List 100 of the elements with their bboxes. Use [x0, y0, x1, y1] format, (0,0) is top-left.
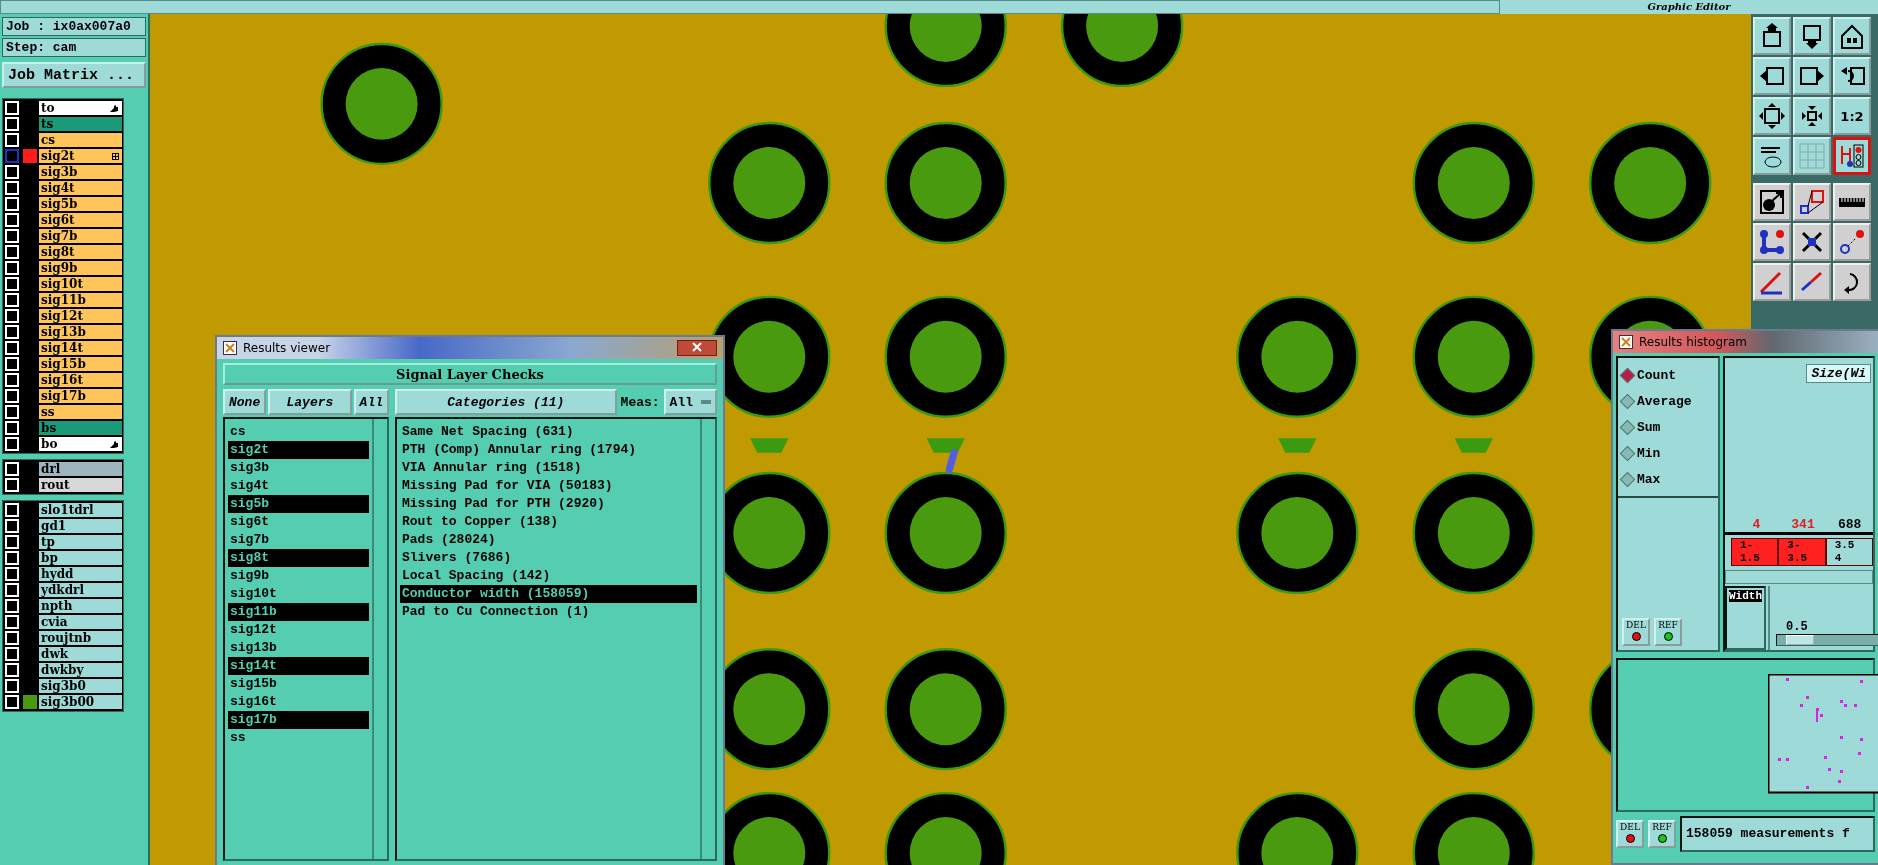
step-slider[interactable] — [1776, 634, 1878, 646]
layer-name[interactable]: tp — [39, 535, 122, 549]
scrollbar[interactable] — [1725, 570, 1873, 584]
category-item[interactable]: Missing Pad for VIA (50183) — [400, 477, 697, 495]
layers-button[interactable]: Layers — [268, 389, 352, 415]
layer-checkbox[interactable] — [5, 149, 19, 163]
layer-name[interactable]: sig10t — [39, 277, 122, 291]
layer-name[interactable]: sig3b00 — [39, 695, 122, 709]
mode-radio[interactable]: Count — [1618, 362, 1718, 388]
house-icon — [1838, 22, 1866, 50]
layer-name[interactable]: npth — [39, 599, 122, 613]
slider-thumb[interactable] — [1786, 635, 1815, 645]
none-button[interactable]: None — [223, 389, 267, 415]
layer-name[interactable]: drl — [39, 462, 122, 476]
toolbar-button[interactable] — [1833, 137, 1871, 175]
layer-name[interactable]: sig8t — [39, 245, 122, 259]
category-item[interactable]: Pad to Cu Connection (1) — [400, 603, 697, 621]
layer-name[interactable]: ss — [39, 405, 122, 419]
toolbar-button[interactable]: 1:2 — [1833, 97, 1871, 135]
layer-name[interactable]: sig9b — [39, 261, 122, 275]
layer-name[interactable]: sig3b0 — [39, 679, 122, 693]
layer-name[interactable]: gd1 — [39, 519, 122, 533]
delete-button[interactable]: DEL — [1616, 820, 1644, 848]
reference-button[interactable]: REF — [1648, 820, 1676, 848]
layer-item[interactable]: cs — [228, 423, 369, 441]
pad-marker — [750, 438, 789, 453]
layer-name[interactable]: slo1tdrl — [39, 503, 122, 517]
job-label: Job : ix0ax007a0 — [2, 17, 146, 36]
category-item[interactable]: Local Spacing (142) — [400, 567, 697, 585]
category-item[interactable]: Slivers (7686) — [400, 549, 697, 567]
mode-radio[interactable]: Sum — [1618, 414, 1718, 440]
layer-name[interactable]: sig5b — [39, 197, 122, 211]
layer-item[interactable]: sig13b — [228, 639, 369, 657]
category-item[interactable]: Pads (28024) — [400, 531, 697, 549]
reference-button[interactable]: REF — [1654, 618, 1682, 646]
category-item[interactable]: Same Net Spacing (631) — [400, 423, 697, 441]
layer-name[interactable]: bp — [39, 551, 122, 565]
layer-name[interactable]: sig4t — [39, 181, 122, 195]
window-title: Results viewer — [243, 341, 331, 355]
histogram-bin[interactable]: 3.5 4 — [1825, 538, 1873, 566]
category-item[interactable]: Conductor width (158059) — [400, 585, 697, 603]
close-button[interactable] — [677, 340, 717, 356]
layer-item[interactable]: sig12t — [228, 621, 369, 639]
layer-name[interactable]: hydd — [39, 567, 122, 581]
layer-item[interactable]: sig6t — [228, 513, 369, 531]
delete-button[interactable]: DEL — [1622, 618, 1650, 646]
layer-name[interactable]: sig15b — [39, 357, 122, 371]
layer-item[interactable]: sig14t — [228, 657, 369, 675]
job-matrix-button[interactable]: Job Matrix ... — [2, 62, 146, 88]
layer-item[interactable]: sig11b — [228, 603, 369, 621]
categories-button[interactable]: Categories (11) — [395, 389, 617, 415]
layer-item[interactable]: sig4t — [228, 477, 369, 495]
layer-name[interactable]: sig13b — [39, 325, 122, 339]
layer-name[interactable]: roujtnb — [39, 631, 122, 645]
layer-item[interactable]: sig16t — [228, 693, 369, 711]
category-item[interactable]: PTH (Comp) Annular ring (1794) — [400, 441, 697, 459]
bin-count: 341 — [1790, 517, 1816, 532]
layer-name[interactable]: bo — [39, 437, 122, 451]
category-item[interactable]: VIA Annular ring (1518) — [400, 459, 697, 477]
layer-name[interactable]: rout — [39, 478, 122, 492]
layer-name[interactable]: dwkby — [39, 663, 122, 677]
layer-name[interactable]: sig11b — [39, 293, 122, 307]
layer-name[interactable]: ydkdrl — [39, 583, 122, 597]
meas-dropdown[interactable]: All — [663, 389, 717, 415]
category-item[interactable]: Missing Pad for PTH (2920) — [400, 495, 697, 513]
layer-name[interactable]: sig17b — [39, 389, 122, 403]
histogram-bin[interactable]: 1- 1.5 — [1731, 538, 1779, 566]
mode-radio[interactable]: Min — [1618, 440, 1718, 466]
layer-name[interactable]: sig2t — [39, 149, 122, 163]
layer-name[interactable]: sig16t — [39, 373, 122, 387]
layer-item[interactable]: sig3b — [228, 459, 369, 477]
category-item[interactable]: Rout to Copper (138) — [400, 513, 697, 531]
layer-item[interactable]: sig5b — [228, 495, 369, 513]
layer-name[interactable]: to — [39, 101, 122, 115]
layer-name[interactable]: cs — [39, 133, 122, 147]
mode-radio[interactable]: Average — [1618, 388, 1718, 414]
app-icon — [223, 341, 237, 355]
layer-name[interactable]: sig12t — [39, 309, 122, 323]
measure-item[interactable]: Width — [1729, 590, 1762, 602]
layer-item[interactable]: sig8t — [228, 549, 369, 567]
layer-item[interactable]: ss — [228, 729, 369, 747]
layer-name[interactable]: sig3b — [39, 165, 122, 179]
all-button[interactable]: All — [353, 389, 389, 415]
layer-name[interactable]: bs — [39, 421, 122, 435]
layer-name[interactable]: ts — [39, 117, 122, 131]
mode-radio[interactable]: Max — [1618, 466, 1718, 492]
layer-item[interactable]: sig15b — [228, 675, 369, 693]
status-text: 158059 measurements f — [1680, 816, 1875, 852]
layer-item[interactable]: sig10t — [228, 585, 369, 603]
layer-item[interactable]: sig9b — [228, 567, 369, 585]
scrollbar[interactable] — [1768, 586, 1770, 650]
histogram-bin[interactable]: 3- 3.5 — [1778, 538, 1826, 566]
layer-name[interactable]: sig7b — [39, 229, 122, 243]
layer-name[interactable]: sig14t — [39, 341, 122, 355]
layer-item[interactable]: sig2t — [228, 441, 369, 459]
layer-name[interactable]: sig6t — [39, 213, 122, 227]
layer-item[interactable]: sig7b — [228, 531, 369, 549]
layer-name[interactable]: dwk — [39, 647, 122, 661]
layer-item[interactable]: sig17b — [228, 711, 369, 729]
layer-name[interactable]: cvia — [39, 615, 122, 629]
